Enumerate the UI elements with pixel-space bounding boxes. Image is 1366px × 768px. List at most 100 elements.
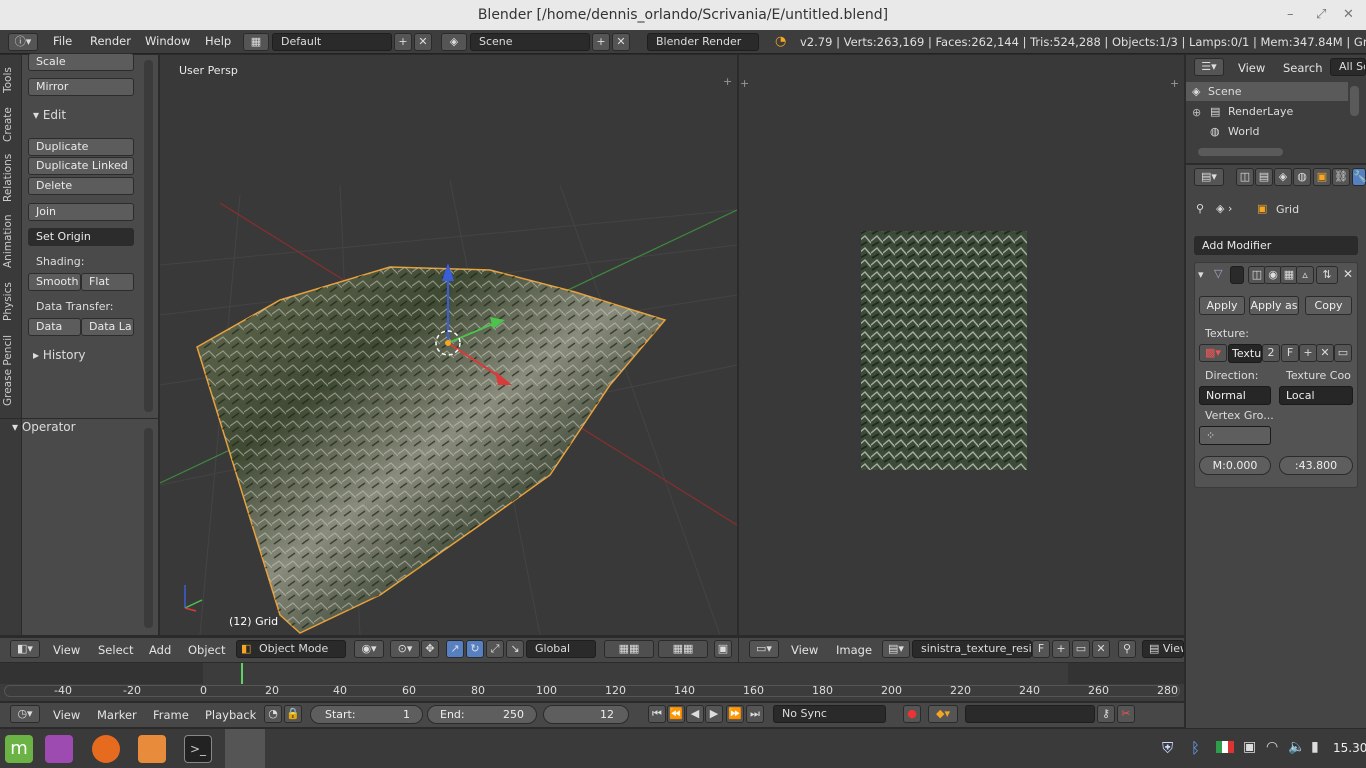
menu-icon[interactable]: m — [5, 735, 33, 763]
direction-select[interactable]: Normal — [1199, 386, 1271, 405]
outliner-filter-select[interactable]: All Sc — [1330, 58, 1366, 76]
tab-animation[interactable]: Animation — [2, 210, 20, 272]
media-app-icon[interactable] — [45, 735, 73, 763]
timeline-menu-marker[interactable]: Marker — [97, 708, 137, 722]
keying-set-field[interactable] — [965, 705, 1095, 723]
copy-button[interactable]: Copy — [1305, 296, 1352, 315]
menu-help[interactable]: Help — [205, 34, 231, 48]
image-new-icon[interactable]: + — [1052, 640, 1070, 658]
viewport-3d[interactable] — [160, 55, 737, 635]
outliner-item-scene[interactable]: Scene — [1208, 85, 1242, 98]
image-browse-icon[interactable]: ▤▾ — [882, 640, 910, 658]
keying-set-icon[interactable]: ◆▾ — [928, 705, 958, 723]
pin-icon[interactable]: ⚲ — [1118, 640, 1136, 658]
orientation-select[interactable]: Global — [526, 640, 596, 658]
modifier-remove-icon[interactable]: ✕ — [1343, 267, 1353, 281]
tab-grease-pencil[interactable]: Grease Pencil — [2, 332, 20, 408]
texture-new-icon[interactable]: + — [1299, 344, 1317, 362]
menu-render[interactable]: Render — [90, 34, 131, 48]
modifier-move-icon[interactable]: ⇅ — [1316, 266, 1338, 284]
duplicate-button[interactable]: Duplicate — [28, 138, 134, 156]
outliner-menu-view[interactable]: View — [1238, 61, 1265, 75]
scene-tab-icon[interactable]: ◈ — [1274, 168, 1292, 186]
outliner-item-world[interactable]: World — [1228, 125, 1260, 138]
scale-icon[interactable]: ⤢ — [486, 640, 504, 658]
mode-select[interactable]: Object Mode — [236, 640, 346, 658]
image-menu-view[interactable]: View — [791, 643, 818, 657]
remove-scene-icon[interactable]: ✕ — [612, 33, 630, 51]
preview-range-icon[interactable]: ◔ — [264, 705, 282, 723]
menu-file[interactable]: File — [53, 34, 72, 48]
play-reverse-icon[interactable]: ◀ — [686, 705, 704, 723]
texture-fake-user-button[interactable]: F — [1281, 344, 1299, 362]
image-name-field[interactable]: sinistra_texture_resi... — [912, 640, 1032, 658]
jump-end-icon[interactable]: ⏭ — [746, 705, 764, 723]
outliner-h-scrollbar[interactable] — [1198, 148, 1283, 156]
screen-layout-field[interactable]: Default — [272, 33, 392, 51]
layers-grid-b-icon[interactable]: ▦▦ — [658, 640, 708, 658]
image-editor-type-icon[interactable]: ▭▾ — [749, 640, 779, 658]
render-layers-tab-icon[interactable]: ▤ — [1255, 168, 1273, 186]
constraints-tab-icon[interactable]: ⛓ — [1332, 168, 1350, 186]
modifiers-tab-icon[interactable]: 🔧 — [1352, 168, 1366, 186]
wifi-icon[interactable]: ◠ — [1266, 739, 1278, 755]
world-tab-icon[interactable]: ◍ — [1293, 168, 1311, 186]
restore-icon[interactable]: ⤢ — [1316, 0, 1326, 30]
render-engine-select[interactable]: Blender Render — [647, 33, 759, 51]
clock[interactable]: 15.30 — [1333, 741, 1366, 755]
terminal-icon[interactable]: >_ — [184, 735, 212, 763]
tab-physics[interactable]: Physics — [2, 278, 20, 326]
split-handle-icon[interactable]: + — [723, 75, 732, 88]
texture-users-button[interactable]: 2 — [1262, 344, 1280, 362]
info-editor-type-icon[interactable]: ⓘ▾ — [8, 33, 38, 51]
smooth-button[interactable]: Smooth — [28, 273, 81, 291]
view3d-menu-view[interactable]: View — [53, 643, 80, 657]
scale-button[interactable]: Scale — [28, 53, 134, 71]
flat-button[interactable]: Flat — [81, 273, 134, 291]
view3d-menu-add[interactable]: Add — [149, 643, 171, 657]
strength-field[interactable]: :43.800 — [1279, 456, 1353, 475]
timeline-menu-frame[interactable]: Frame — [153, 708, 189, 722]
texture-unlink-icon[interactable]: ✕ — [1316, 344, 1334, 362]
timeline-editor-type-icon[interactable]: ◷▾ — [10, 705, 40, 723]
layers-grid-a-icon[interactable]: ▦▦ — [604, 640, 654, 658]
image-editor[interactable] — [739, 55, 1184, 635]
edit-panel-header[interactable]: ▾ Edit — [33, 108, 66, 122]
outliner-menu-search[interactable]: Search — [1283, 61, 1323, 75]
render-tab-icon[interactable]: ◫ — [1236, 168, 1254, 186]
texture-image[interactable] — [861, 231, 1027, 470]
duplicate-linked-button[interactable]: Duplicate Linked — [28, 157, 134, 175]
remove-layout-icon[interactable]: ✕ — [414, 33, 432, 51]
image-fake-user-button[interactable]: F — [1032, 640, 1050, 658]
operator-scrollbar[interactable] — [144, 428, 153, 628]
data-transfer-button[interactable]: Data — [28, 318, 81, 336]
end-frame-field[interactable]: End: 250 — [427, 705, 537, 724]
volume-icon[interactable]: 🔈 — [1288, 739, 1305, 755]
outliner-editor-type-icon[interactable]: ☰▾ — [1194, 58, 1224, 76]
image-split-handle-left-icon[interactable]: + — [740, 77, 749, 90]
start-frame-field[interactable]: Start: 1 — [310, 705, 423, 724]
minimize-icon[interactable]: – — [1287, 0, 1294, 30]
view3d-editor-type-icon[interactable]: ◧▾ — [10, 640, 40, 658]
language-flag-icon[interactable] — [1216, 741, 1234, 753]
prev-keyframe-icon[interactable]: ⏪ — [667, 705, 685, 723]
render-preview-icon[interactable]: ▣ — [714, 640, 732, 658]
view3d-menu-object[interactable]: Object — [188, 643, 225, 657]
delete-button[interactable]: Delete — [28, 177, 134, 195]
next-keyframe-icon[interactable]: ⏩ — [726, 705, 744, 723]
outliner-v-scrollbar[interactable] — [1350, 86, 1359, 116]
modifier-name-field[interactable] — [1230, 266, 1244, 284]
modifier-cage-icon[interactable]: ▵ — [1296, 266, 1314, 284]
insert-keyframe-icon[interactable]: ⚷ — [1097, 705, 1115, 723]
midlevel-field[interactable]: M:0.000 — [1199, 456, 1271, 475]
manipulator-toggle-icon[interactable]: ✥ — [421, 640, 439, 658]
menu-window[interactable]: Window — [145, 34, 190, 48]
operator-panel-header[interactable]: ▾ Operator — [12, 420, 76, 434]
add-scene-icon[interactable]: + — [592, 33, 610, 51]
image-open-icon[interactable]: ▭ — [1072, 640, 1090, 658]
pivot-point-icon[interactable]: ⊙▾ — [390, 640, 420, 658]
lock-icon[interactable]: 🔒 — [284, 705, 302, 723]
outliner-item-renderlayer[interactable]: RenderLaye — [1228, 105, 1293, 118]
scene-field[interactable]: Scene — [470, 33, 590, 51]
collapse-modifier-icon[interactable]: ▾ — [1198, 268, 1204, 281]
